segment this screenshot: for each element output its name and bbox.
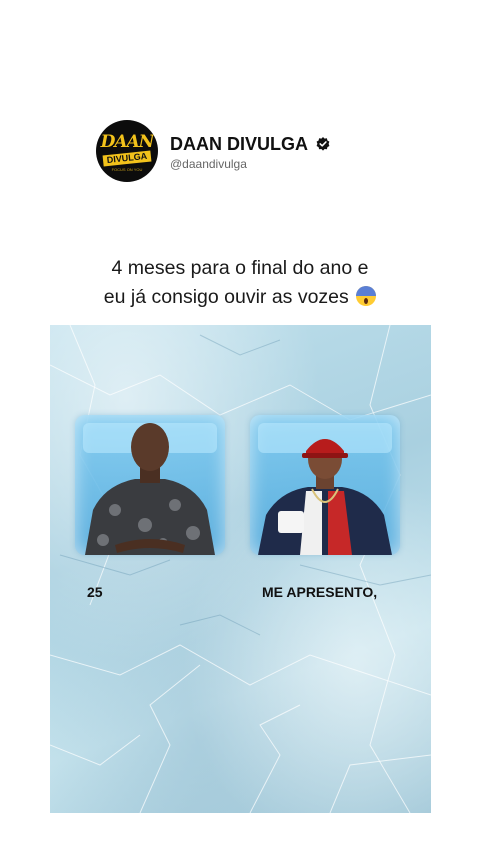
avatar-logo-text: DAAN [100, 132, 155, 152]
right-ice-cube [250, 415, 400, 555]
account-name-text: DAAN DIVULGA [170, 134, 308, 154]
avatar[interactable]: DAAN DIVULGA FOCUS ON YOU [96, 120, 158, 182]
left-ice-cube [75, 415, 225, 555]
ice-texture [50, 325, 431, 813]
caption-line-2: eu já consigo ouvir as vozes [0, 283, 480, 312]
account-name[interactable]: DAAN DIVULGA [170, 134, 330, 155]
post-image[interactable]: 25 ME APRESENTO, [50, 325, 431, 813]
left-person-image [85, 423, 215, 555]
left-label: 25 [87, 584, 103, 600]
account-handle[interactable]: @daandivulga [170, 157, 247, 171]
post-caption: 4 meses para o final do ano e eu já cons… [0, 254, 480, 312]
right-person-image [258, 439, 392, 555]
caption-line-1: 4 meses para o final do ano e [111, 257, 369, 279]
caption-line-2-text: eu já consigo ouvir as vozes [103, 286, 349, 308]
avatar-logo-banner: DIVULGA [102, 150, 152, 167]
screaming-face-emoji-icon [356, 286, 377, 306]
avatar-logo-tagline: FOCUS ON YOU [111, 167, 143, 172]
verified-badge-icon [316, 137, 330, 151]
right-label: ME APRESENTO, [262, 584, 378, 600]
